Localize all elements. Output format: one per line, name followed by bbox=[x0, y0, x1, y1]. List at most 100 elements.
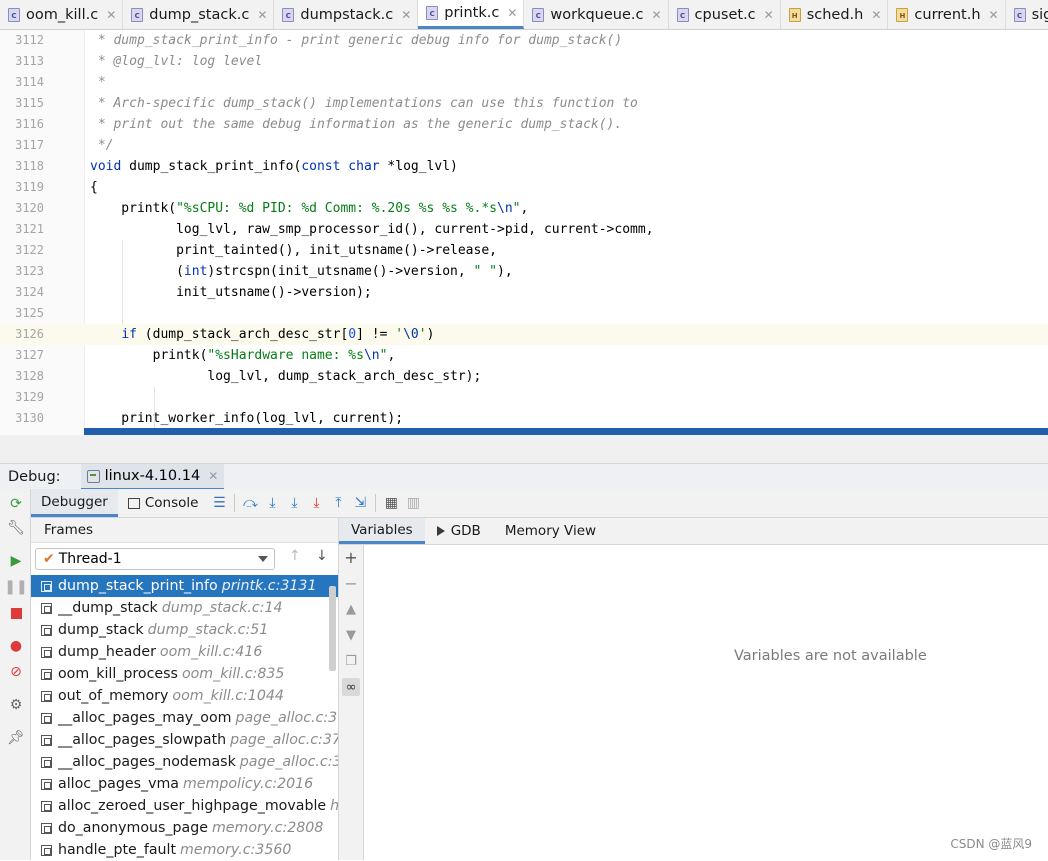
stack-frame-item[interactable]: __alloc_pages_slowpathpage_alloc.c:3737 bbox=[31, 729, 338, 751]
tab-printk-c[interactable]: Cprintk.c ✕ bbox=[418, 0, 525, 29]
step-into-icon[interactable]: ⤓ bbox=[283, 492, 305, 514]
tab-memory-view[interactable]: Memory View bbox=[493, 518, 608, 544]
pause-icon[interactable]: ❚❚ bbox=[4, 578, 27, 596]
copy-icon[interactable]: ❐ bbox=[342, 652, 360, 670]
stack-frame-item[interactable]: dump_header oom_kill.c:416 bbox=[31, 641, 338, 663]
line-number: 3112 bbox=[15, 33, 44, 47]
frame-function: dump_stack_print_info bbox=[58, 578, 218, 594]
code-line[interactable]: 3112 * dump_stack_print_info - print gen… bbox=[0, 30, 1048, 51]
stop-icon[interactable] bbox=[7, 604, 25, 622]
line-number: 3120 bbox=[15, 201, 44, 215]
code-line[interactable]: 3117 */ bbox=[0, 135, 1048, 156]
tab-console[interactable]: Console bbox=[118, 489, 209, 517]
code-line[interactable]: 3126 if (dump_stack_arch_desc_str[0] != … bbox=[0, 324, 1048, 345]
frame-function: handle_pte_fault bbox=[58, 842, 177, 858]
tab-dump_stack-c[interactable]: Cdump_stack.c ✕ bbox=[123, 0, 275, 29]
code-line[interactable]: 3115 * Arch-specific dump_stack() implem… bbox=[0, 93, 1048, 114]
code-line[interactable]: 3119 { bbox=[0, 177, 1048, 198]
stack-frame-item[interactable]: do_anonymous_page memory.c:2808 bbox=[31, 817, 338, 839]
code-line[interactable]: 3123 (int)strcspn(init_utsname()->versio… bbox=[0, 261, 1048, 282]
minus-icon[interactable]: − bbox=[342, 574, 360, 593]
code-line[interactable]: 3122 print_tainted(), init_utsname()->re… bbox=[0, 240, 1048, 261]
plus-icon[interactable]: + bbox=[342, 548, 360, 567]
tab-gdb[interactable]: GDB bbox=[425, 518, 493, 544]
move-down-icon[interactable]: ▼ bbox=[342, 626, 360, 644]
arrow-up-icon[interactable]: ↑ bbox=[289, 548, 301, 564]
frames-scrollbar[interactable] bbox=[329, 586, 336, 671]
stack-frame-item[interactable]: __alloc_pages_nodemaskpage_alloc.c:384 bbox=[31, 751, 338, 773]
frame-location: mempolicy.c:2016 bbox=[182, 776, 314, 792]
close-icon[interactable]: ✕ bbox=[208, 469, 218, 483]
tab-workqueue-c[interactable]: Cworkqueue.c ✕ bbox=[524, 0, 669, 29]
view-breakpoints-icon[interactable]: ● bbox=[7, 637, 25, 655]
tab-variables[interactable]: Variables bbox=[339, 518, 425, 544]
c-file-icon: C bbox=[532, 7, 545, 22]
code-line[interactable]: 3116 * print out the same debug informat… bbox=[0, 114, 1048, 135]
thread-selector[interactable]: ✔ Thread-1 bbox=[35, 548, 275, 570]
tab-dumpstack-c[interactable]: Cdumpstack.c ✕ bbox=[274, 0, 419, 29]
code-line[interactable]: 3130 print_worker_info(log_lvl, current)… bbox=[0, 408, 1048, 429]
mute-breakpoints-icon[interactable]: ⊘ bbox=[7, 663, 25, 681]
settings-gear-icon[interactable]: ⚙ bbox=[7, 696, 25, 714]
code-line[interactable]: 3114 * bbox=[0, 72, 1048, 93]
stack-frame-item[interactable]: alloc_zeroed_user_highpage_movablehig bbox=[31, 795, 338, 817]
tab-debugger[interactable]: Debugger bbox=[31, 489, 118, 517]
code-line[interactable]: 3127 printk("%sHardware name: %s\n", bbox=[0, 345, 1048, 366]
show-execution-point-icon[interactable]: ⤼ bbox=[239, 492, 261, 514]
close-icon[interactable]: ✕ bbox=[651, 8, 661, 22]
frame-icon bbox=[41, 756, 52, 768]
step-over-icon[interactable]: ⤓ bbox=[261, 492, 283, 514]
code-editor[interactable]: 3112 * dump_stack_print_info - print gen… bbox=[0, 30, 1048, 435]
stack-frame-item[interactable]: __dump_stack dump_stack.c:14 bbox=[31, 597, 338, 619]
glasses-icon[interactable]: ∞ bbox=[342, 678, 360, 696]
frame-location: oom_kill.c:835 bbox=[181, 666, 285, 682]
code-line[interactable]: 3128 log_lvl, dump_stack_arch_desc_str); bbox=[0, 366, 1048, 387]
tab-oom_kill-c[interactable]: Coom_kill.c ✕ bbox=[0, 0, 124, 29]
move-up-icon[interactable]: ▲ bbox=[342, 600, 360, 618]
pin-icon[interactable]: 📌︎ bbox=[7, 729, 25, 747]
layout-icon[interactable]: ▥ bbox=[402, 492, 424, 514]
wrench-icon[interactable]: 🔧︎ bbox=[7, 519, 25, 537]
code-line[interactable]: 3124 init_utsname()->version); bbox=[0, 282, 1048, 303]
line-number: 3124 bbox=[15, 285, 44, 299]
close-icon[interactable]: ✕ bbox=[507, 6, 517, 20]
stack-frame-item[interactable]: dump_stack dump_stack.c:51 bbox=[31, 619, 338, 641]
evaluate-expression-icon[interactable]: ▦ bbox=[380, 492, 402, 514]
tab-label: printk.c bbox=[444, 5, 500, 21]
rerun-icon[interactable]: ⟳ bbox=[7, 495, 25, 513]
debug-config-tab[interactable]: linux-4.10.14 ✕ bbox=[80, 464, 225, 490]
run-to-cursor-icon[interactable]: ⇲ bbox=[349, 492, 371, 514]
force-step-into-icon[interactable]: ⤓ bbox=[305, 492, 327, 514]
variables-area[interactable]: Variables are not available bbox=[364, 545, 1048, 860]
stack-frame-item[interactable]: __alloc_pages_may_oompage_alloc.c:311 bbox=[31, 707, 338, 729]
stack-frame-item[interactable]: dump_stack_print_info printk.c:3131 bbox=[31, 575, 338, 597]
code-text: print_worker_info(log_lvl, current); bbox=[90, 411, 404, 426]
stack-frame-item[interactable]: oom_kill_process oom_kill.c:835 bbox=[31, 663, 338, 685]
tab-signal-c[interactable]: Csignal.c✕ bbox=[1006, 0, 1048, 29]
resume-icon[interactable]: ▶ bbox=[7, 552, 25, 570]
close-icon[interactable]: ✕ bbox=[401, 8, 411, 22]
close-icon[interactable]: ✕ bbox=[106, 8, 116, 22]
step-out-icon[interactable]: ⤒ bbox=[327, 492, 349, 514]
close-icon[interactable]: ✕ bbox=[257, 8, 267, 22]
close-icon[interactable]: ✕ bbox=[989, 8, 999, 22]
tab-cpuset-c[interactable]: Ccpuset.c ✕ bbox=[669, 0, 781, 29]
tab-current-h[interactable]: Hcurrent.h ✕ bbox=[888, 0, 1006, 29]
line-number: 3114 bbox=[15, 75, 44, 89]
code-line[interactable]: 3118 void dump_stack_print_info(const cha… bbox=[0, 156, 1048, 177]
code-text: log_lvl, dump_stack_arch_desc_str); bbox=[90, 369, 482, 384]
menu-icon[interactable]: ☰ bbox=[208, 492, 230, 514]
code-line[interactable]: 3129 bbox=[0, 387, 1048, 408]
code-line[interactable]: 3125 bbox=[0, 303, 1048, 324]
arrow-down-icon[interactable]: ↓ bbox=[316, 548, 328, 564]
code-line[interactable]: 3121 log_lvl, raw_smp_processor_id(), cu… bbox=[0, 219, 1048, 240]
frame-icon bbox=[41, 580, 52, 592]
stack-frame-item[interactable]: alloc_pages_vma mempolicy.c:2016 bbox=[31, 773, 338, 795]
stack-frame-item[interactable]: handle_pte_fault memory.c:3560 bbox=[31, 839, 338, 861]
close-icon[interactable]: ✕ bbox=[871, 8, 881, 22]
code-line[interactable]: 3120 printk("%sCPU: %d PID: %d Comm: %.2… bbox=[0, 198, 1048, 219]
stack-frame-item[interactable]: out_of_memory oom_kill.c:1044 bbox=[31, 685, 338, 707]
code-line[interactable]: 3113 * @log_lvl: log level bbox=[0, 51, 1048, 72]
tab-sched-h[interactable]: Hsched.h ✕ bbox=[781, 0, 889, 29]
close-icon[interactable]: ✕ bbox=[764, 8, 774, 22]
